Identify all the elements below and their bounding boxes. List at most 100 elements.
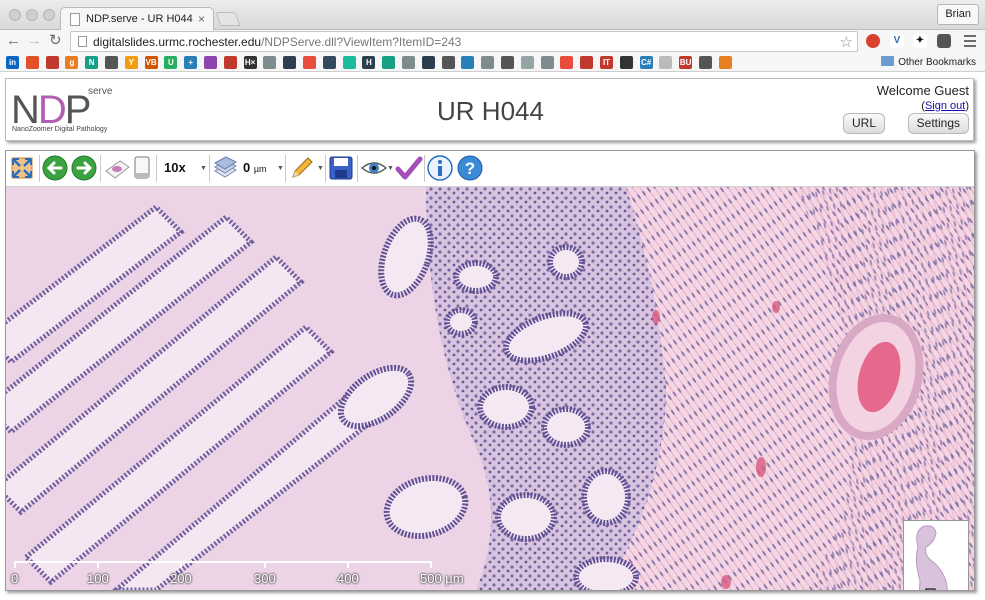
- bookmark-item-icon[interactable]: IT: [600, 56, 613, 69]
- bookmark-item-icon[interactable]: [283, 56, 297, 69]
- zoom-level[interactable]: 10x: [164, 160, 186, 175]
- new-tab-button[interactable]: [215, 12, 241, 26]
- scale-tick: [97, 561, 99, 568]
- window-close-button[interactable]: [9, 9, 21, 21]
- browser-toolbar: ← → ↻ digitalslides.urmc.rochester.edu/N…: [0, 30, 985, 53]
- checkmark-icon[interactable]: [395, 155, 423, 181]
- slide-label-icon[interactable]: [131, 155, 153, 181]
- slide-viewer: 10x ▼ 0 µm ▼ ▼ ▼ ? 0 100 200 300 400 500…: [5, 150, 975, 591]
- bookmark-item-icon[interactable]: +: [184, 56, 198, 69]
- window-minimize-button[interactable]: [26, 9, 38, 21]
- slide-overview-map[interactable]: [903, 520, 969, 590]
- fit-to-screen-icon[interactable]: [9, 155, 35, 181]
- bookmark-item-icon[interactable]: [322, 56, 336, 69]
- url-button[interactable]: URL: [842, 113, 885, 134]
- signout-paren-close: ): [965, 100, 969, 112]
- toolbar-separator: [424, 155, 425, 182]
- bookmark-item-icon[interactable]: Y: [124, 56, 138, 69]
- settings-button[interactable]: Settings: [907, 113, 969, 134]
- focus-value[interactable]: 0 µm: [243, 160, 267, 175]
- bookmark-item-icon[interactable]: BU: [679, 56, 693, 69]
- help-icon[interactable]: ?: [457, 155, 483, 181]
- page-icon: [70, 13, 80, 26]
- bookmark-item-icon[interactable]: [699, 56, 712, 69]
- scale-label-500: 500 µm: [420, 571, 464, 586]
- tab-title: NDP.serve - UR H044: [86, 13, 193, 25]
- bookmark-item-icon[interactable]: [382, 56, 396, 69]
- extension-v-icon[interactable]: V: [890, 34, 904, 48]
- bookmark-item-icon[interactable]: [342, 56, 356, 69]
- bookmark-item-icon[interactable]: [481, 56, 495, 69]
- bookmark-item-icon[interactable]: [45, 56, 59, 69]
- focus-number: 0: [243, 160, 251, 175]
- extension-adblock-icon[interactable]: [866, 34, 880, 48]
- focus-layers-icon[interactable]: [212, 155, 238, 181]
- annotation-pencil-icon[interactable]: [288, 155, 316, 181]
- toolbar-separator: [285, 155, 286, 182]
- bookmark-item-icon[interactable]: [263, 56, 277, 69]
- window-zoom-button[interactable]: [43, 9, 55, 21]
- signout-text: (Sign out): [921, 100, 969, 112]
- bookmark-item-icon[interactable]: in: [6, 56, 19, 69]
- toolbar-separator: [357, 155, 358, 182]
- view-dropdown-icon[interactable]: ▼: [387, 165, 394, 172]
- other-bookmarks[interactable]: Other Bookmarks: [881, 56, 976, 68]
- scale-label-0: 0: [11, 571, 19, 586]
- viewer-toolbar: 10x ▼ 0 µm ▼ ▼ ▼ ?: [6, 151, 974, 187]
- bookmark-star-icon[interactable]: ☆: [840, 33, 853, 51]
- info-icon[interactable]: [427, 155, 453, 181]
- bookmark-item-icon[interactable]: [402, 56, 415, 69]
- bookmark-item-icon[interactable]: [619, 56, 633, 69]
- bookmark-item-icon[interactable]: [718, 56, 732, 69]
- save-icon[interactable]: [328, 155, 354, 181]
- bookmark-item-icon[interactable]: [441, 56, 455, 69]
- bookmark-item-icon[interactable]: [204, 56, 217, 69]
- bookmark-item-icon[interactable]: VB: [144, 56, 158, 69]
- tab-close-icon[interactable]: ×: [198, 12, 205, 26]
- view-eye-icon[interactable]: [360, 155, 388, 181]
- browser-tab-active[interactable]: NDP.serve - UR H044 ×: [60, 7, 214, 31]
- slide-image-icon[interactable]: [104, 155, 130, 181]
- folder-icon: [881, 56, 895, 66]
- address-bar[interactable]: digitalslides.urmc.rochester.edu/NDPServ…: [70, 31, 858, 52]
- bookmark-item-icon[interactable]: C#: [639, 56, 653, 69]
- bookmark-item-icon[interactable]: [540, 56, 554, 69]
- url-path: /NDPServe.dll?ViewItem?ItemID=243: [261, 35, 462, 49]
- reload-icon[interactable]: ↻: [49, 32, 62, 50]
- bookmark-item-icon[interactable]: [461, 56, 475, 69]
- focus-dropdown-icon[interactable]: ▼: [277, 165, 284, 172]
- page-icon: [78, 36, 87, 47]
- bookmark-item-icon[interactable]: [520, 56, 534, 69]
- next-view-icon[interactable]: [71, 155, 97, 181]
- bookmark-item-icon[interactable]: [659, 56, 673, 69]
- bookmark-item-icon[interactable]: [501, 56, 514, 69]
- browser-menu-icon[interactable]: [964, 35, 976, 50]
- profile-button[interactable]: Brian: [937, 4, 979, 25]
- logo-tagline: NanoZoomer Digital Pathology: [12, 126, 108, 133]
- bookmark-item-icon[interactable]: [560, 56, 574, 69]
- bookmark-item-icon[interactable]: g: [65, 56, 79, 69]
- sign-out-link[interactable]: Sign out: [925, 100, 965, 112]
- previous-view-icon[interactable]: [42, 155, 68, 181]
- forward-icon[interactable]: →: [27, 32, 42, 50]
- bookmark-item-icon[interactable]: N: [85, 56, 99, 69]
- extension-cat-icon[interactable]: ✦: [913, 34, 927, 48]
- zoom-dropdown-icon[interactable]: ▼: [200, 165, 207, 172]
- slide-tissue-image[interactable]: 0 100 200 300 400 500 µm: [6, 187, 974, 590]
- bookmark-item-icon[interactable]: H×: [243, 56, 257, 69]
- bookmark-item-icon[interactable]: H: [362, 56, 376, 69]
- annotation-dropdown-icon[interactable]: ▼: [317, 165, 324, 172]
- bookmark-item-icon[interactable]: [105, 56, 118, 69]
- bookmark-item-icon[interactable]: [421, 56, 435, 69]
- extension-pocket-icon[interactable]: [937, 34, 951, 48]
- scale-label-300: 300: [254, 571, 276, 586]
- scale-tick: [347, 561, 349, 568]
- bookmark-item-icon[interactable]: [25, 56, 39, 69]
- bookmark-item-icon[interactable]: [303, 56, 316, 69]
- toolbar-separator: [209, 155, 210, 182]
- back-icon[interactable]: ←: [6, 32, 21, 50]
- scale-tick: [14, 561, 16, 568]
- bookmark-item-icon[interactable]: [580, 56, 594, 69]
- bookmark-item-icon[interactable]: [223, 56, 237, 69]
- bookmark-item-icon[interactable]: U: [164, 56, 178, 69]
